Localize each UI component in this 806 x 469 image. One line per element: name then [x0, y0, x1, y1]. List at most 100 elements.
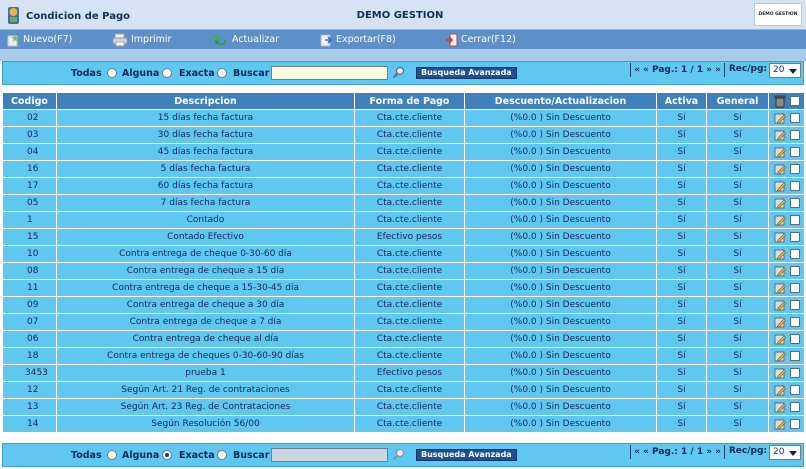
row-checkbox[interactable]	[789, 300, 800, 310]
refresh-button[interactable]: Actualizar	[207, 30, 279, 49]
cell-general: Sí	[706, 109, 769, 127]
cell-codigo: 11	[2, 279, 57, 297]
col-header-codigo[interactable]: Codigo	[2, 92, 57, 110]
table-row[interactable]: 16 5 días fecha factura Cta.cte.cliente (%0…	[2, 160, 805, 178]
row-checkbox[interactable]	[789, 402, 800, 412]
edit-icon[interactable]	[774, 367, 786, 379]
row-checkbox[interactable]	[789, 317, 800, 327]
cell-general: Sí	[706, 160, 769, 178]
pager[interactable]: « « Pag.: 1 / 1 » »	[630, 63, 725, 77]
row-checkbox[interactable]	[789, 249, 800, 259]
close-button[interactable]: Cerrar(F12)	[445, 30, 516, 49]
edit-icon[interactable]	[774, 112, 786, 124]
option-all-radio-bottom[interactable]	[107, 450, 117, 460]
row-checkbox[interactable]	[789, 334, 800, 344]
row-checkbox[interactable]	[789, 419, 800, 429]
col-header-descripcion[interactable]: Descripcion	[56, 92, 355, 110]
records-per-page-select-bottom[interactable]: 20	[769, 445, 801, 460]
edit-icon[interactable]	[774, 384, 786, 396]
col-header-descuento[interactable]: Descuento/Actualizacion	[464, 92, 657, 110]
edit-icon[interactable]	[774, 418, 786, 430]
search-icon[interactable]	[392, 66, 406, 80]
option-all-radio[interactable]	[107, 68, 117, 78]
table-row[interactable]: 12 Según Art. 21 Reg. de contrataciones Ct…	[2, 381, 805, 399]
edit-icon[interactable]	[774, 248, 786, 260]
edit-icon[interactable]	[774, 282, 786, 294]
table-row[interactable]: 10 Contra entrega de cheque 0-30-60 día Ct…	[2, 245, 805, 263]
table-row[interactable]: 05 7 días fecha factura Cta.cte.cliente (%0…	[2, 194, 805, 212]
table-row[interactable]: 15 Contado Efectivo Efectivo pesos (%0.0 ) …	[2, 228, 805, 246]
edit-icon[interactable]	[774, 129, 786, 141]
printer-icon	[112, 33, 128, 46]
search-input-bottom[interactable]	[271, 448, 388, 462]
table-row[interactable]: 13 Según Art. 23 Reg. de Contrataciones Ct…	[2, 398, 805, 416]
table-row[interactable]: 06 Contra entrega de cheque al día Cta.cte…	[2, 330, 805, 348]
table-row[interactable]: 1 Contado Cta.cte.cliente (%0.0 ) Sin Descu…	[2, 211, 805, 229]
pager-bottom[interactable]: « « Pag.: 1 / 1 » »	[630, 445, 725, 459]
col-header-activa[interactable]: Activa	[656, 92, 707, 110]
advanced-search-button[interactable]: Busqueda Avanzada	[416, 67, 517, 79]
edit-icon[interactable]	[774, 214, 786, 226]
edit-icon[interactable]	[774, 401, 786, 413]
table-row[interactable]: 18 Contra entrega de cheques 0-30-60-90 d…	[2, 347, 805, 365]
option-any-radio[interactable]	[162, 68, 172, 78]
col-header-general[interactable]: General	[706, 92, 769, 110]
edit-icon[interactable]	[774, 350, 786, 362]
option-exact-label-bottom: Exacta	[179, 450, 215, 461]
row-checkbox[interactable]	[789, 198, 800, 208]
advanced-search-button-bottom[interactable]: Busqueda Avanzada	[416, 449, 517, 461]
cell-general: Sí	[706, 364, 769, 382]
row-checkbox[interactable]	[789, 164, 800, 174]
option-exact-radio[interactable]	[217, 68, 227, 78]
col-header-forma-pago[interactable]: Forma de Pago	[354, 92, 465, 110]
table-row[interactable]: 14 Según Resolución 56/00 Cta.cte.cliente(…	[2, 415, 805, 433]
edit-icon[interactable]	[774, 299, 786, 311]
edit-icon[interactable]	[774, 316, 786, 328]
search-input[interactable]	[271, 66, 388, 80]
edit-icon[interactable]	[774, 231, 786, 243]
edit-icon[interactable]	[774, 180, 786, 192]
cell-forma-pago: Cta.cte.cliente	[354, 143, 465, 161]
row-checkbox[interactable]	[789, 283, 800, 293]
row-actions	[769, 195, 804, 211]
table-row[interactable]: 11 Contra entrega de cheque a 15-30-45 dí…	[2, 279, 805, 297]
cell-forma-pago: Cta.cte.cliente	[354, 330, 465, 348]
table-row[interactable]: 09 Contra entrega de cheque a 30 día Cta.c…	[2, 296, 805, 314]
edit-icon[interactable]	[774, 333, 786, 345]
row-checkbox[interactable]	[789, 130, 800, 140]
row-checkbox[interactable]	[789, 385, 800, 395]
cell-codigo: 08	[2, 262, 57, 280]
row-checkbox[interactable]	[789, 368, 800, 378]
option-exact-radio-bottom[interactable]	[217, 450, 227, 460]
row-checkbox[interactable]	[789, 181, 800, 191]
table-row[interactable]: 04 45 días fecha factura Cta.cte.cliente (%…	[2, 143, 805, 161]
table-row[interactable]: 17 60 días fecha factura Cta.cte.cliente (%…	[2, 177, 805, 195]
table-row[interactable]: 03 30 días fecha factura Cta.cte.cliente (%…	[2, 126, 805, 144]
trash-can-icon[interactable]	[774, 95, 786, 108]
row-checkbox[interactable]	[789, 147, 800, 157]
cell-forma-pago: Cta.cte.cliente	[354, 262, 465, 280]
select-all-checkbox[interactable]	[789, 96, 800, 106]
cell-actions	[768, 160, 805, 178]
new-button[interactable]: Nuevo(F7)	[6, 30, 72, 49]
print-button[interactable]: Imprimir	[112, 30, 171, 49]
records-per-page-select[interactable]: 20	[769, 63, 801, 78]
row-checkbox[interactable]	[789, 351, 800, 361]
cell-descripcion: 60 días fecha factura	[56, 177, 355, 195]
edit-icon[interactable]	[774, 146, 786, 158]
export-button[interactable]: Exportar(F8)	[319, 30, 396, 49]
row-checkbox[interactable]	[789, 232, 800, 242]
row-actions	[769, 365, 804, 381]
table-row[interactable]: 07 Contra entrega de cheque a 7 día Cta.ct…	[2, 313, 805, 331]
table-row[interactable]: 02 15 días fecha factura Cta.cte.cliente (%…	[2, 109, 805, 127]
search-icon-bottom[interactable]	[392, 448, 406, 462]
row-checkbox[interactable]	[789, 266, 800, 276]
row-checkbox[interactable]	[789, 215, 800, 225]
table-row[interactable]: 3453 prueba 1 Efectivo pesos (%0.0 ) Sin De…	[2, 364, 805, 382]
option-any-radio-bottom[interactable]	[162, 450, 172, 460]
table-row[interactable]: 08 Contra entrega de cheque a 15 día Cta.c…	[2, 262, 805, 280]
edit-icon[interactable]	[774, 265, 786, 277]
edit-icon[interactable]	[774, 197, 786, 209]
edit-icon[interactable]	[774, 163, 786, 175]
row-checkbox[interactable]	[789, 113, 800, 123]
